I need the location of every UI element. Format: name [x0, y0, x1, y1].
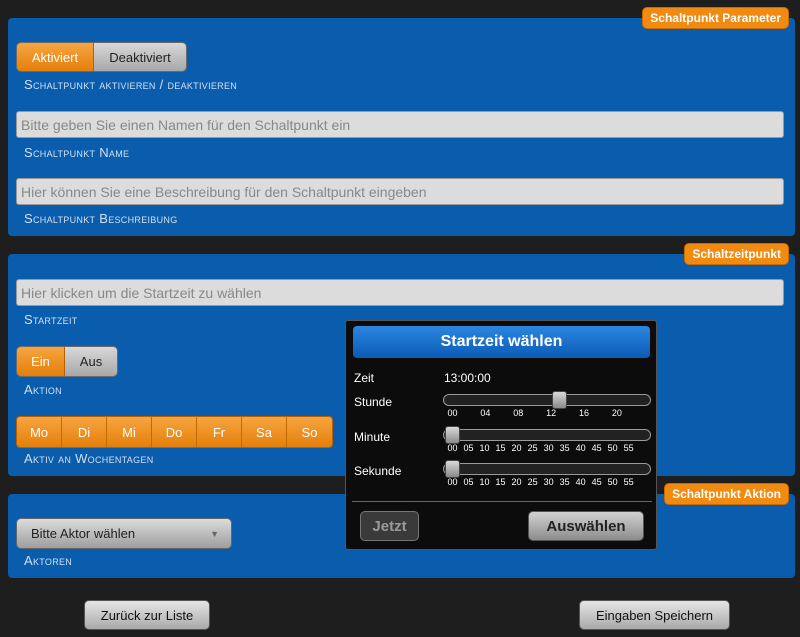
- hour-tick: 08: [513, 408, 524, 418]
- minute-tick: 35: [559, 443, 570, 453]
- hour-label: Stunde: [354, 395, 393, 409]
- minute-tick: 20: [511, 443, 522, 453]
- second-tick: 40: [575, 477, 586, 487]
- minute-tick: 10: [479, 443, 490, 453]
- hour-tick: 12: [546, 408, 557, 418]
- day-mo-button[interactable]: Mo: [17, 417, 62, 447]
- now-button[interactable]: Jetzt: [360, 511, 419, 541]
- second-tick: 00: [447, 477, 458, 487]
- start-time-input[interactable]: Hier klicken um die Startzeit zu wählen: [16, 279, 784, 306]
- actor-select-value: Bitte Aktor wählen: [31, 526, 136, 541]
- day-mi-button[interactable]: Mi: [107, 417, 152, 447]
- hour-tick: 16: [578, 408, 589, 418]
- second-tick: 20: [511, 477, 522, 487]
- minute-slider-handle[interactable]: [445, 426, 460, 444]
- second-tick: 30: [543, 477, 554, 487]
- zeit-value: 13:00:00: [444, 371, 491, 385]
- back-to-list-button[interactable]: Zurück zur Liste: [84, 600, 210, 630]
- hour-tick: 20: [611, 408, 622, 418]
- second-slider[interactable]: [443, 460, 651, 478]
- minute-tick: 45: [591, 443, 602, 453]
- hour-tick: 00: [447, 408, 458, 418]
- action-panel-tag: Schaltpunkt Aktion: [664, 483, 789, 505]
- minute-tick: 25: [527, 443, 538, 453]
- name-label: Schaltpunkt Name: [24, 145, 130, 160]
- weekdays-label: Aktiv an Wochentagen: [24, 451, 154, 466]
- parameter-panel-tag: Schaltpunkt Parameter: [642, 7, 789, 29]
- activated-option[interactable]: Aktiviert: [17, 43, 94, 71]
- weekday-selector[interactable]: Mo Di Mi Do Fr Sa So: [16, 416, 333, 448]
- second-tick: 25: [527, 477, 538, 487]
- timing-panel-tag: Schaltzeitpunkt: [684, 243, 789, 265]
- time-picker-dialog: Startzeit wählen Zeit 13:00:00 Stunde 00…: [345, 320, 657, 550]
- second-tick: 35: [559, 477, 570, 487]
- save-button[interactable]: Eingaben Speichern: [579, 600, 730, 630]
- second-tick: 45: [591, 477, 602, 487]
- minute-tick: 00: [447, 443, 458, 453]
- second-tick: 10: [479, 477, 490, 487]
- hour-slider[interactable]: [443, 391, 651, 409]
- time-picker-title: Startzeit wählen: [353, 326, 650, 358]
- action-label: Aktion: [24, 382, 62, 397]
- second-label: Sekunde: [354, 464, 402, 478]
- dialog-divider: [352, 501, 652, 502]
- actors-label: Aktoren: [24, 553, 73, 568]
- day-fr-button[interactable]: Fr: [197, 417, 242, 447]
- action-on-option[interactable]: Ein: [17, 347, 65, 376]
- zeit-label: Zeit: [354, 371, 375, 385]
- actor-select[interactable]: Bitte Aktor wählen ▼: [16, 518, 232, 549]
- second-tick: 55: [623, 477, 634, 487]
- day-di-button[interactable]: Di: [62, 417, 107, 447]
- minute-tick: 15: [495, 443, 506, 453]
- hour-slider-handle[interactable]: [552, 391, 567, 409]
- activation-label: Schaltpunkt aktivieren / deaktivieren: [24, 77, 238, 92]
- second-slider-handle[interactable]: [445, 460, 460, 478]
- action-toggle[interactable]: Ein Aus: [16, 346, 118, 377]
- minute-label: Minute: [354, 430, 391, 444]
- description-input[interactable]: Hier können Sie eine Beschreibung für de…: [16, 178, 784, 205]
- name-input[interactable]: Bitte geben Sie einen Namen für den Scha…: [16, 111, 784, 138]
- chevron-down-icon: ▼: [210, 529, 219, 539]
- minute-slider[interactable]: [443, 426, 651, 444]
- second-tick: 05: [463, 477, 474, 487]
- minute-tick: 05: [463, 443, 474, 453]
- select-time-button[interactable]: Auswählen: [528, 511, 644, 541]
- start-time-label: Startzeit: [24, 312, 78, 327]
- hour-tick: 04: [480, 408, 491, 418]
- minute-tick: 40: [575, 443, 586, 453]
- minute-tick: 50: [607, 443, 618, 453]
- description-label: Schaltpunkt Beschreibung: [24, 211, 178, 226]
- second-tick: 15: [495, 477, 506, 487]
- minute-tick: 30: [543, 443, 554, 453]
- day-so-button[interactable]: So: [287, 417, 332, 447]
- minute-tick: 55: [623, 443, 634, 453]
- action-off-option[interactable]: Aus: [65, 347, 117, 376]
- second-tick: 50: [607, 477, 618, 487]
- deactivated-option[interactable]: Deaktiviert: [94, 43, 186, 71]
- activation-toggle[interactable]: Aktiviert Deaktiviert: [16, 42, 187, 72]
- day-do-button[interactable]: Do: [152, 417, 197, 447]
- day-sa-button[interactable]: Sa: [242, 417, 287, 447]
